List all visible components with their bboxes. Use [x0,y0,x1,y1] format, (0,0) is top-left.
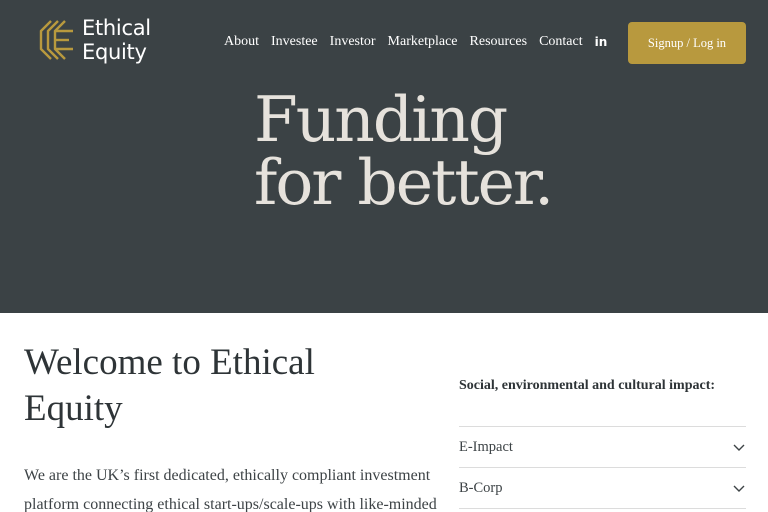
welcome-title: Welcome to Ethical Equity [24,342,315,429]
hero-headline-line2: for better. [254,146,554,219]
accordion-divider [459,508,746,509]
hero-headline: Funding for better. [254,83,554,219]
impact-heading: Social, environmental and cultural impac… [459,378,716,393]
linkedin-icon[interactable]: in [594,35,608,49]
logo-mark-icon [39,20,73,60]
nav-item-resources[interactable]: Resources [470,32,528,52]
nav-item-investor[interactable]: Investor [330,32,376,52]
hero-section: Ethical Equity About Investee Investor M… [0,0,768,313]
nav-item-contact[interactable]: Contact [539,32,583,52]
accordion-item-label: E-Impact [459,438,513,455]
brand-name-line2: Equity [82,40,147,64]
accordion-item-label: B-Corp [459,479,503,496]
brand-logo[interactable]: Ethical Equity [38,16,151,64]
chevron-down-icon [733,444,745,451]
chevron-down-icon [733,485,745,492]
nav-item-marketplace[interactable]: Marketplace [388,32,458,52]
accordion-item-e-impact[interactable]: E-Impact [459,426,746,467]
impact-accordion: E-Impact B-Corp [459,426,746,509]
hero-headline-line1: Funding [254,83,508,156]
welcome-intro: We are the UK’s first dedicated, ethical… [24,467,437,512]
signup-login-button[interactable]: Signup / Log in [628,22,746,64]
accordion-item-b-corp[interactable]: B-Corp [459,467,746,508]
brand-name-line1: Ethical [82,16,151,40]
nav-item-investee[interactable]: Investee [271,32,318,52]
brand-name: Ethical Equity [82,16,151,64]
nav-item-about[interactable]: About [224,32,259,52]
main-nav: About Investee Investor Marketplace Reso… [224,32,583,52]
